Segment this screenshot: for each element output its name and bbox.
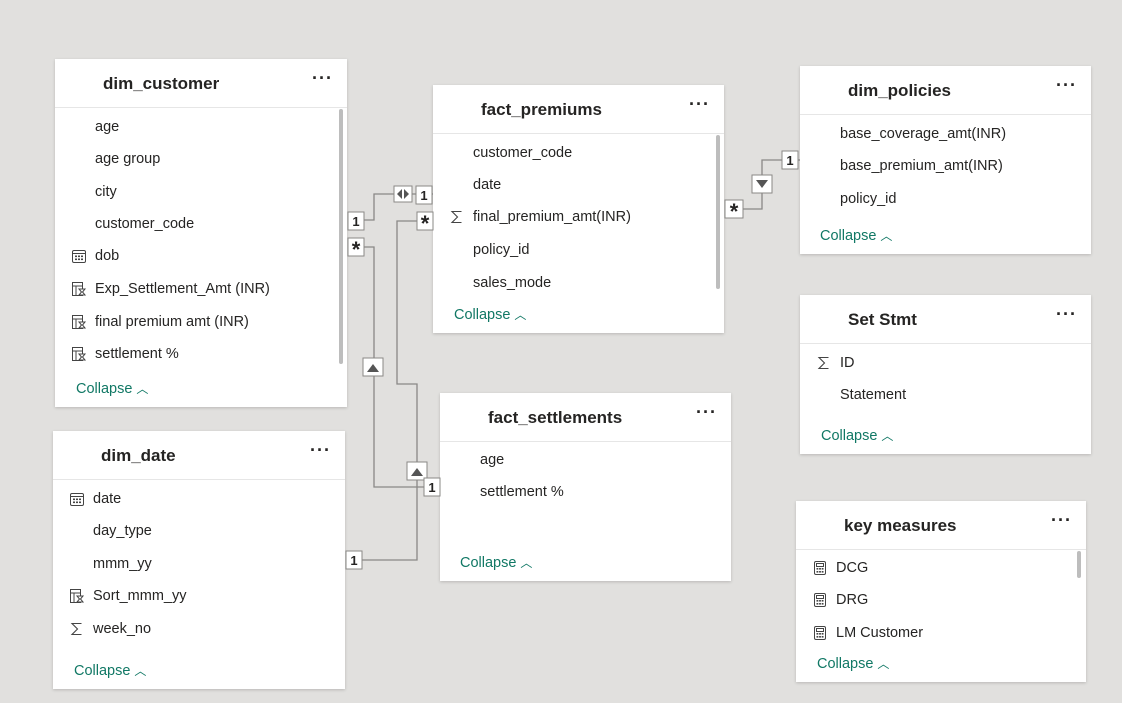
cardinality-many-marker: *	[347, 237, 365, 262]
filter-direction-up-icon[interactable]	[406, 461, 428, 481]
svg-text:1: 1	[428, 480, 435, 495]
svg-text:*: *	[421, 211, 430, 236]
cardinality-one-marker: 1	[347, 211, 365, 231]
cardinality-one-marker: 1	[345, 550, 363, 570]
filter-direction-up-icon[interactable]	[362, 357, 384, 377]
relationship-markers: 1 1 * 1 * 1 * 1	[345, 150, 799, 570]
svg-text:*: *	[352, 237, 361, 262]
cardinality-one-marker: 1	[423, 477, 441, 497]
svg-text:1: 1	[352, 214, 359, 229]
svg-text:1: 1	[786, 153, 793, 168]
cardinality-one-marker: 1	[781, 150, 799, 170]
cardinality-many-marker: *	[416, 211, 434, 236]
cardinality-one-marker: 1	[415, 185, 433, 205]
svg-text:*: *	[730, 199, 739, 224]
bidirectional-filter-icon[interactable]	[393, 185, 413, 203]
svg-text:1: 1	[420, 188, 427, 203]
filter-direction-down-icon[interactable]	[751, 174, 773, 194]
svg-text:1: 1	[350, 553, 357, 568]
cardinality-many-marker: *	[724, 199, 744, 224]
